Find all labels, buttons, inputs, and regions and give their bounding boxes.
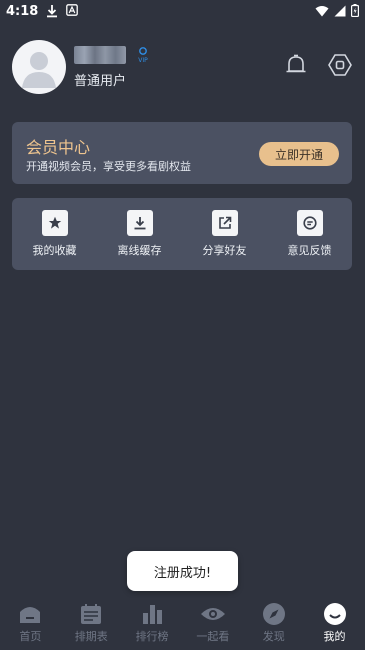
share-icon [211,210,238,236]
profile-tab-icon [305,602,365,626]
status-right-icons [315,4,359,17]
member-center-card[interactable]: 会员中心 开通视频会员，享受更多看剧权益 立即开通 [12,122,352,184]
eye-icon [183,602,243,626]
tab-label: 首页 [19,630,42,643]
member-title: 会员中心 [26,138,91,157]
settings-icon[interactable] [327,52,353,78]
feedback-icon [296,210,323,236]
default-avatar-icon [22,52,56,88]
download-icon [126,210,153,236]
notification-app-icon [66,4,78,16]
tab-label: 发现 [262,630,285,643]
tab-label: 我的 [323,630,346,643]
tool-label: 意见反馈 [287,244,332,257]
tool-share[interactable]: 分享好友 [190,210,260,258]
tool-label: 我的收藏 [32,244,77,257]
username-blurred[interactable] [74,46,126,64]
status-bar: 4:18 [0,0,365,26]
home-icon [0,602,60,626]
tool-favorites[interactable]: 我的收藏 [20,210,90,258]
signal-icon [334,5,346,16]
tab-label: 排行榜 [135,630,169,643]
tab-schedule[interactable]: 排期表 [61,598,121,644]
svg-text:VIP: VIP [138,57,148,64]
status-time: 4:18 [6,4,39,19]
top-actions [283,52,353,78]
tab-home[interactable]: 首页 [0,598,60,644]
tool-offline-cache[interactable]: 离线缓存 [105,210,175,258]
tab-label: 一起看 [196,630,230,643]
toast-text: 注册成功! [153,565,212,581]
vip-badge-icon: VIP [138,47,148,64]
bottom-tab-bar: 首页 排期表 排行榜 一起看 发现 我的 [0,598,365,650]
open-membership-button[interactable]: 立即开通 [259,142,339,166]
bell-icon[interactable] [283,52,309,78]
tools-card: 我的收藏 离线缓存 分享好友 意见反馈 [12,198,352,270]
tab-ranking[interactable]: 排行榜 [122,598,182,644]
star-icon [41,210,68,236]
battery-icon [351,4,359,17]
download-status-icon [47,5,57,18]
ranking-icon [122,602,182,626]
avatar[interactable] [12,40,66,94]
wifi-icon [315,5,329,16]
profile-header: VIP 普通用户 [0,38,365,98]
tool-label: 离线缓存 [117,244,162,257]
tab-label: 排期表 [74,630,108,643]
user-level: 普通用户 [74,74,127,89]
tab-mine[interactable]: 我的 [305,598,365,644]
toast-message: 注册成功! [127,551,238,591]
tool-feedback[interactable]: 意见反馈 [275,210,345,258]
tab-discover[interactable]: 发现 [244,598,304,644]
tool-label: 分享好友 [202,244,247,257]
compass-icon [244,602,304,626]
calendar-icon [61,602,121,626]
member-subtitle: 开通视频会员，享受更多看剧权益 [26,160,191,173]
tab-watch-together[interactable]: 一起看 [183,598,243,644]
